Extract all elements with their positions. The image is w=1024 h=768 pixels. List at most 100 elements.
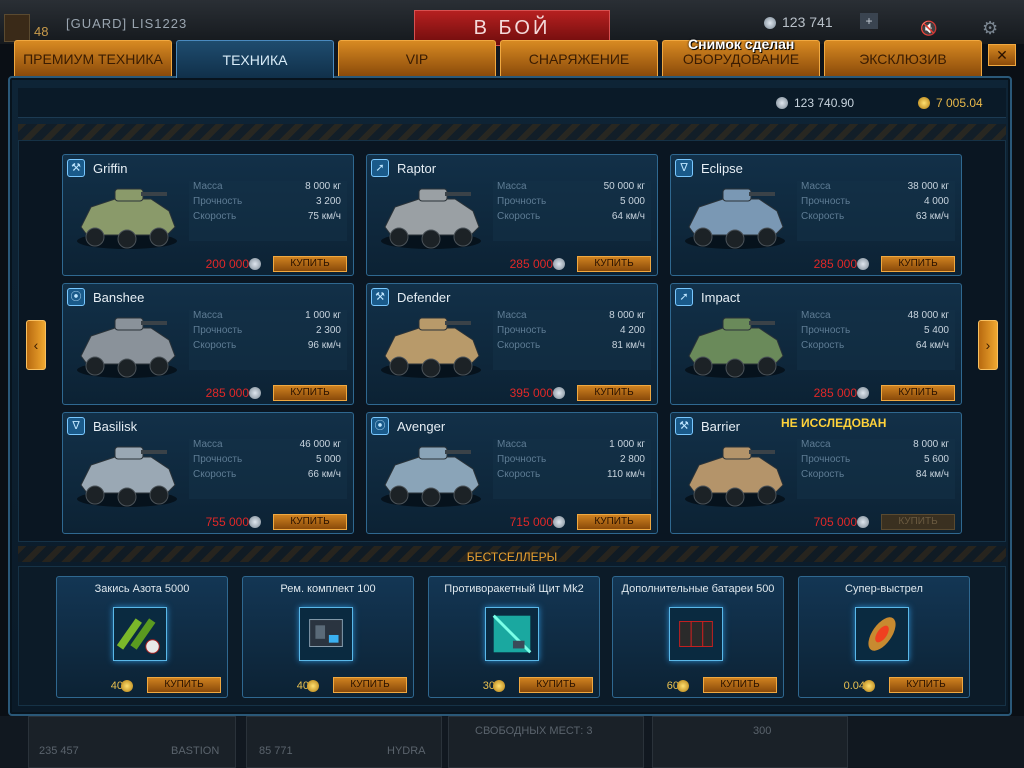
vehicle-name: Basilisk bbox=[93, 419, 138, 434]
vehicle-name: Raptor bbox=[397, 161, 437, 176]
buy-button[interactable]: КУПИТЬ bbox=[577, 514, 651, 530]
shop-tabs: ПРЕМИУМ ТЕХНИКА ТЕХНИКА VIP СНАРЯЖЕНИЕ О… bbox=[14, 40, 994, 78]
gold-coin-icon bbox=[493, 680, 505, 692]
vehicle-name: Barrier bbox=[701, 419, 741, 434]
tab-vehicles[interactable]: ТЕХНИКА bbox=[176, 40, 334, 78]
vehicle-card[interactable]: ➚ Raptor Масса 50 000 кг Прочность 5 000 Скоро… bbox=[366, 154, 658, 276]
stat-durability: Прочность 3 200 bbox=[193, 196, 341, 207]
tab-vip[interactable]: VIP bbox=[338, 40, 496, 76]
vehicle-class-icon: ⚒ bbox=[371, 288, 389, 306]
vehicle-class-icon: ⦿ bbox=[371, 417, 389, 435]
slot-name: HYDRA bbox=[387, 745, 426, 757]
stat-durability: Прочность 5 400 bbox=[801, 325, 949, 336]
stat-mass: Масса 8 000 кг bbox=[193, 181, 341, 192]
vehicle-price: 285 000 bbox=[813, 386, 857, 400]
vehicle-image bbox=[77, 317, 177, 378]
stat-speed: Скорость 81 км/ч bbox=[497, 340, 645, 351]
vehicle-class-icon: ∇ bbox=[675, 159, 693, 177]
game-screen: 48 [GUARD] LIS1223 В БОЙ 123 741 + 🔇 ⚙ П… bbox=[0, 0, 1024, 768]
garage-slot-empty[interactable]: СВОБОДНЫХ МЕСТ: 3 bbox=[448, 716, 644, 768]
garage-bar: 235 457 BASTION 85 771 HYDRA СВОБОДНЫХ М… bbox=[0, 716, 1024, 768]
buy-button[interactable]: КУПИТЬ bbox=[577, 385, 651, 401]
vehicle-stats: Масса 8 000 кг Прочность 5 600 Скорость 84 км… bbox=[797, 439, 955, 499]
item-icon bbox=[299, 607, 353, 661]
vehicle-card[interactable]: ⦿ Avenger Масса 1 000 кг Прочность 2 800 Скоро… bbox=[366, 412, 658, 534]
bestseller-card[interactable]: Противоракетный Щит Mk2 30 КУПИТЬ bbox=[428, 576, 600, 698]
vehicle-card[interactable]: ⦿ Banshee Масса 1 000 кг Прочность 2 300 Скоро… bbox=[62, 283, 354, 405]
vehicle-stats: Масса 8 000 кг Прочность 4 200 Скорость 81 км… bbox=[493, 310, 651, 370]
bestseller-card[interactable]: Супер-выстрел 0.04 КУПИТЬ bbox=[798, 576, 970, 698]
vehicle-card[interactable]: ⚒ Defender Масса 8 000 кг Прочность 4 200 Скор… bbox=[366, 283, 658, 405]
slot-value: 235 457 bbox=[39, 745, 79, 757]
vehicle-card[interactable]: ➚ Impact Масса 48 000 кг Прочность 5 400 Скоро… bbox=[670, 283, 962, 405]
screenshot-notice: Снимок сделан bbox=[688, 36, 795, 52]
vehicle-card[interactable]: ⚒ Barrier Масса 8 000 кг Прочность 5 600 Скоро… bbox=[670, 412, 962, 534]
sound-mute-icon[interactable]: 🔇 bbox=[920, 20, 940, 38]
gold-coin-icon bbox=[121, 680, 133, 692]
tab-premium-vehicles[interactable]: ПРЕМИУМ ТЕХНИКА bbox=[14, 40, 172, 76]
tab-exclusive[interactable]: ЭКСКЛЮЗИВ bbox=[824, 40, 982, 76]
add-currency-button[interactable]: + bbox=[860, 13, 878, 29]
silver-coin-icon bbox=[764, 17, 776, 29]
stat-mass: Масса 8 000 кг bbox=[801, 439, 949, 450]
buy-button[interactable]: КУПИТЬ bbox=[273, 256, 347, 272]
vehicle-class-icon: ➚ bbox=[371, 159, 389, 177]
vehicle-image bbox=[77, 188, 177, 249]
vehicle-name: Eclipse bbox=[701, 161, 743, 176]
garage-slot[interactable]: 235 457 BASTION bbox=[28, 716, 236, 768]
vehicle-price: 200 000 bbox=[205, 257, 249, 271]
silver-coin-icon bbox=[249, 387, 261, 399]
vehicle-image bbox=[685, 317, 785, 378]
buy-button[interactable]: КУПИТЬ bbox=[889, 677, 963, 693]
buy-button: КУПИТЬ bbox=[881, 514, 955, 530]
close-icon[interactable]: ✕ bbox=[988, 44, 1016, 66]
vehicle-stats: Масса 1 000 кг Прочность 2 800 Скорость 110 к… bbox=[493, 439, 651, 499]
vehicle-name: Banshee bbox=[93, 290, 145, 305]
prev-page-arrow[interactable]: ‹ bbox=[26, 320, 46, 370]
buy-button[interactable]: КУПИТЬ bbox=[273, 514, 347, 530]
buy-button[interactable]: КУПИТЬ bbox=[577, 256, 651, 272]
buy-button[interactable]: КУПИТЬ bbox=[519, 677, 593, 693]
bestseller-card[interactable]: Закись Азота 5000 40 КУПИТЬ bbox=[56, 576, 228, 698]
vehicle-image bbox=[685, 446, 785, 507]
balance-bar bbox=[18, 88, 1006, 118]
vehicle-card[interactable]: ⚒ Griffin Масса 8 000 кг Прочность 3 200 Скоро… bbox=[62, 154, 354, 276]
bestseller-card[interactable]: Рем. комплект 100 40 КУПИТЬ bbox=[242, 576, 414, 698]
vehicle-stats: Масса 1 000 кг Прочность 2 300 Скорость 96 км… bbox=[189, 310, 347, 370]
vehicle-price: 285 000 bbox=[205, 386, 249, 400]
stat-speed: Скорость 64 км/ч bbox=[801, 340, 949, 351]
tab-gear[interactable]: СНАРЯЖЕНИЕ bbox=[500, 40, 658, 76]
item-name: Дополнительные батареи 500 bbox=[621, 583, 775, 595]
stat-speed: Скорость 66 км/ч bbox=[193, 469, 341, 480]
vehicle-stats: Масса 46 000 кг Прочность 5 000 Скорость 66 к… bbox=[189, 439, 347, 499]
buy-button[interactable]: КУПИТЬ bbox=[703, 677, 777, 693]
item-icon bbox=[485, 607, 539, 661]
vehicle-price: 285 000 bbox=[509, 257, 553, 271]
vehicle-price: 715 000 bbox=[509, 515, 553, 529]
settings-gear-icon[interactable]: ⚙ bbox=[982, 18, 1002, 38]
vehicle-card[interactable]: ∇ Eclipse Масса 38 000 кг Прочность 4 000 Скор… bbox=[670, 154, 962, 276]
stat-durability: Прочность 5 000 bbox=[193, 454, 341, 465]
item-name: Противоракетный Щит Mk2 bbox=[444, 583, 584, 595]
vehicle-price: 395 000 bbox=[509, 386, 553, 400]
buy-button[interactable]: КУПИТЬ bbox=[881, 385, 955, 401]
garage-slot[interactable]: 300 bbox=[652, 716, 848, 768]
buy-button[interactable]: КУПИТЬ bbox=[881, 256, 955, 272]
slot-value: 300 bbox=[753, 725, 772, 737]
player-name: [GUARD] LIS1223 bbox=[66, 16, 188, 31]
gold-coin-icon bbox=[918, 97, 930, 109]
buy-button[interactable]: КУПИТЬ bbox=[333, 677, 407, 693]
vehicle-stats: Масса 38 000 кг Прочность 4 000 Скорость 63 к… bbox=[797, 181, 955, 241]
vehicle-price: 285 000 bbox=[813, 257, 857, 271]
next-page-arrow[interactable]: › bbox=[978, 320, 998, 370]
vehicle-price: 755 000 bbox=[205, 515, 249, 529]
silver-coin-icon bbox=[857, 516, 869, 528]
buy-button[interactable]: КУПИТЬ bbox=[147, 677, 221, 693]
buy-button[interactable]: КУПИТЬ bbox=[273, 385, 347, 401]
garage-slot[interactable]: 85 771 HYDRA bbox=[246, 716, 442, 768]
stat-mass: Масса 38 000 кг bbox=[801, 181, 949, 192]
stat-mass: Масса 46 000 кг bbox=[193, 439, 341, 450]
vehicle-card[interactable]: ∇ Basilisk Масса 46 000 кг Прочность 5 000 Ско… bbox=[62, 412, 354, 534]
item-name: Супер-выстрел bbox=[845, 583, 923, 595]
bestseller-card[interactable]: Дополнительные батареи 500 60 КУПИТЬ bbox=[612, 576, 784, 698]
